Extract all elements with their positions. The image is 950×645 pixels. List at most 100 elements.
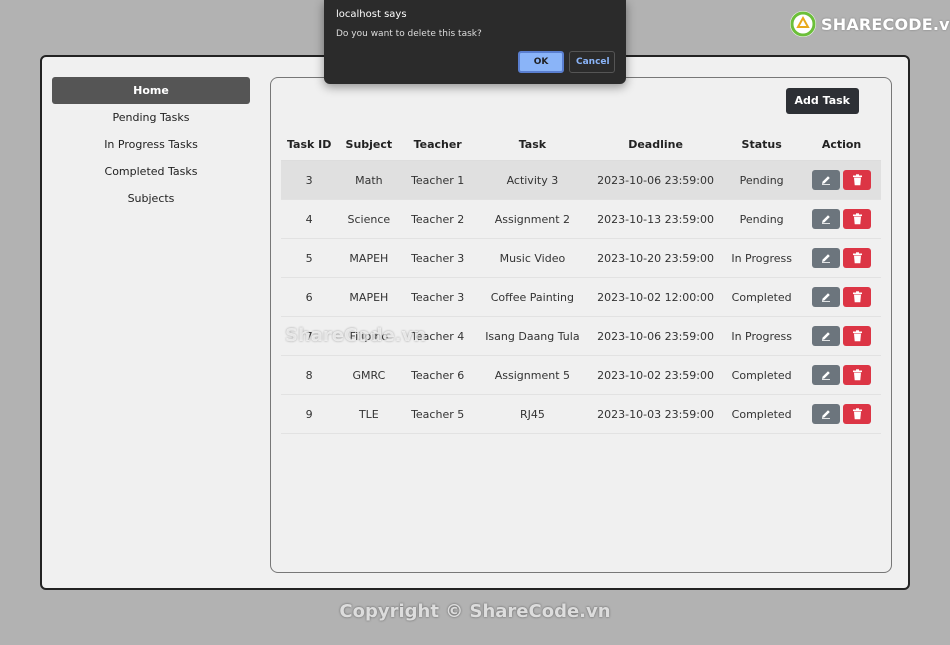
cell-deadline: 2023-10-13 23:59:00 [589,199,722,239]
sidebar-item-home[interactable]: Home [52,77,250,104]
edit-task-button[interactable] [812,365,841,385]
edit-task-button[interactable] [812,404,841,424]
task-table-body: 3 Math Teacher 1 Activity 3 2023-10-06 23:59… [281,160,881,434]
dialog-ok-button[interactable]: OK [518,51,564,73]
sidebar-item-pending-tasks[interactable]: Pending Tasks [52,104,250,131]
task-table: Task ID Subject Teacher Task Deadline St… [281,128,881,434]
trash-icon [852,369,863,381]
cell-teacher: Teacher 6 [400,355,475,395]
cell-status: Completed [721,355,803,395]
pencil-icon [820,213,832,225]
edit-task-button[interactable] [812,287,841,307]
delete-task-button[interactable] [843,248,872,268]
cell-subject: TLE [337,394,401,434]
cell-action [802,316,881,356]
cell-task: Music Video [474,238,590,278]
sidebar: Home Pending Tasks In Progress Tasks Com… [52,77,250,212]
cell-deadline: 2023-10-06 23:59:00 [589,316,722,356]
cell-task-id: 8 [281,355,338,395]
column-header-teacher: Teacher [400,128,475,161]
cell-deadline: 2023-10-20 23:59:00 [589,238,722,278]
cell-status: In Progress [721,238,803,278]
sharecode-logo: SHARECODE.vn [789,10,950,38]
watermark-middle: ShareCode.vn [285,325,427,346]
column-header-subject: Subject [337,128,401,161]
cell-deadline: 2023-10-06 23:59:00 [589,160,722,200]
cell-subject: Math [337,160,401,200]
pencil-icon [820,252,832,264]
column-header-action: Action [802,128,881,161]
delete-task-button[interactable] [843,365,872,385]
edit-task-button[interactable] [812,170,841,190]
sidebar-item-in-progress-tasks[interactable]: In Progress Tasks [52,131,250,158]
column-header-status: Status [721,128,803,161]
cell-teacher: Teacher 3 [400,238,475,278]
cell-action [802,277,881,317]
cell-action [802,394,881,434]
column-header-task-id: Task ID [281,128,338,161]
watermark-copyright: Copyright © ShareCode.vn [339,601,611,622]
add-task-button[interactable]: Add Task [785,88,859,114]
cell-task-id: 4 [281,199,338,239]
cell-deadline: 2023-10-03 23:59:00 [589,394,722,434]
row-actions [812,326,872,346]
cell-teacher: Teacher 3 [400,277,475,317]
edit-task-button[interactable] [812,209,841,229]
cell-teacher: Teacher 2 [400,199,475,239]
cell-subject: MAPEH [337,277,401,317]
trash-icon [852,408,863,420]
row-actions [812,365,872,385]
cell-status: In Progress [721,316,803,356]
cell-task-id: 5 [281,238,338,278]
delete-task-button[interactable] [843,404,872,424]
row-actions [812,248,872,268]
row-actions [812,209,872,229]
dialog-title: localhost says [336,9,407,20]
trash-icon [852,252,863,264]
cell-task: Coffee Painting [474,277,590,317]
edit-task-button[interactable] [812,248,841,268]
row-actions [812,404,872,424]
cell-teacher: Teacher 1 [400,160,475,200]
cell-status: Pending [721,199,803,239]
cell-action [802,238,881,278]
cell-status: Completed [721,394,803,434]
sidebar-item-completed-tasks[interactable]: Completed Tasks [52,158,250,185]
dialog-cancel-button[interactable]: Cancel [569,51,615,73]
delete-task-button[interactable] [843,170,872,190]
cell-task: Assignment 5 [474,355,590,395]
pencil-icon [820,330,832,342]
cell-action [802,355,881,395]
column-header-task: Task [474,128,590,161]
cell-task: Assignment 2 [474,199,590,239]
edit-task-button[interactable] [812,326,841,346]
cell-teacher: Teacher 5 [400,394,475,434]
table-header-row: Task ID Subject Teacher Task Deadline St… [281,128,881,161]
cell-task: RJ45 [474,394,590,434]
pencil-icon [820,174,832,186]
table-row: 6 MAPEH Teacher 3 Coffee Painting 2023-10-02… [281,277,881,317]
cell-status: Completed [721,277,803,317]
row-actions [812,287,872,307]
pencil-icon [820,291,832,303]
cell-status: Pending [721,160,803,200]
cell-deadline: 2023-10-02 23:59:00 [589,355,722,395]
delete-task-button[interactable] [843,209,872,229]
pencil-icon [820,369,832,381]
delete-task-button[interactable] [843,326,872,346]
cell-subject: Science [337,199,401,239]
trash-icon [852,330,863,342]
cell-task: Isang Daang Tula [474,316,590,356]
table-row: 4 Science Teacher 2 Assignment 2 2023-10-13 … [281,199,881,239]
row-actions [812,170,872,190]
cell-task-id: 6 [281,277,338,317]
cell-task-id: 3 [281,160,338,200]
cell-subject: GMRC [337,355,401,395]
column-header-deadline: Deadline [589,128,722,161]
table-row: 8 GMRC Teacher 6 Assignment 5 2023-10-02 23:… [281,355,881,395]
sidebar-item-subjects[interactable]: Subjects [52,185,250,212]
cell-deadline: 2023-10-02 12:00:00 [589,277,722,317]
delete-task-button[interactable] [843,287,872,307]
table-row: 5 MAPEH Teacher 3 Music Video 2023-10-20 23:… [281,238,881,278]
cell-subject: MAPEH [337,238,401,278]
